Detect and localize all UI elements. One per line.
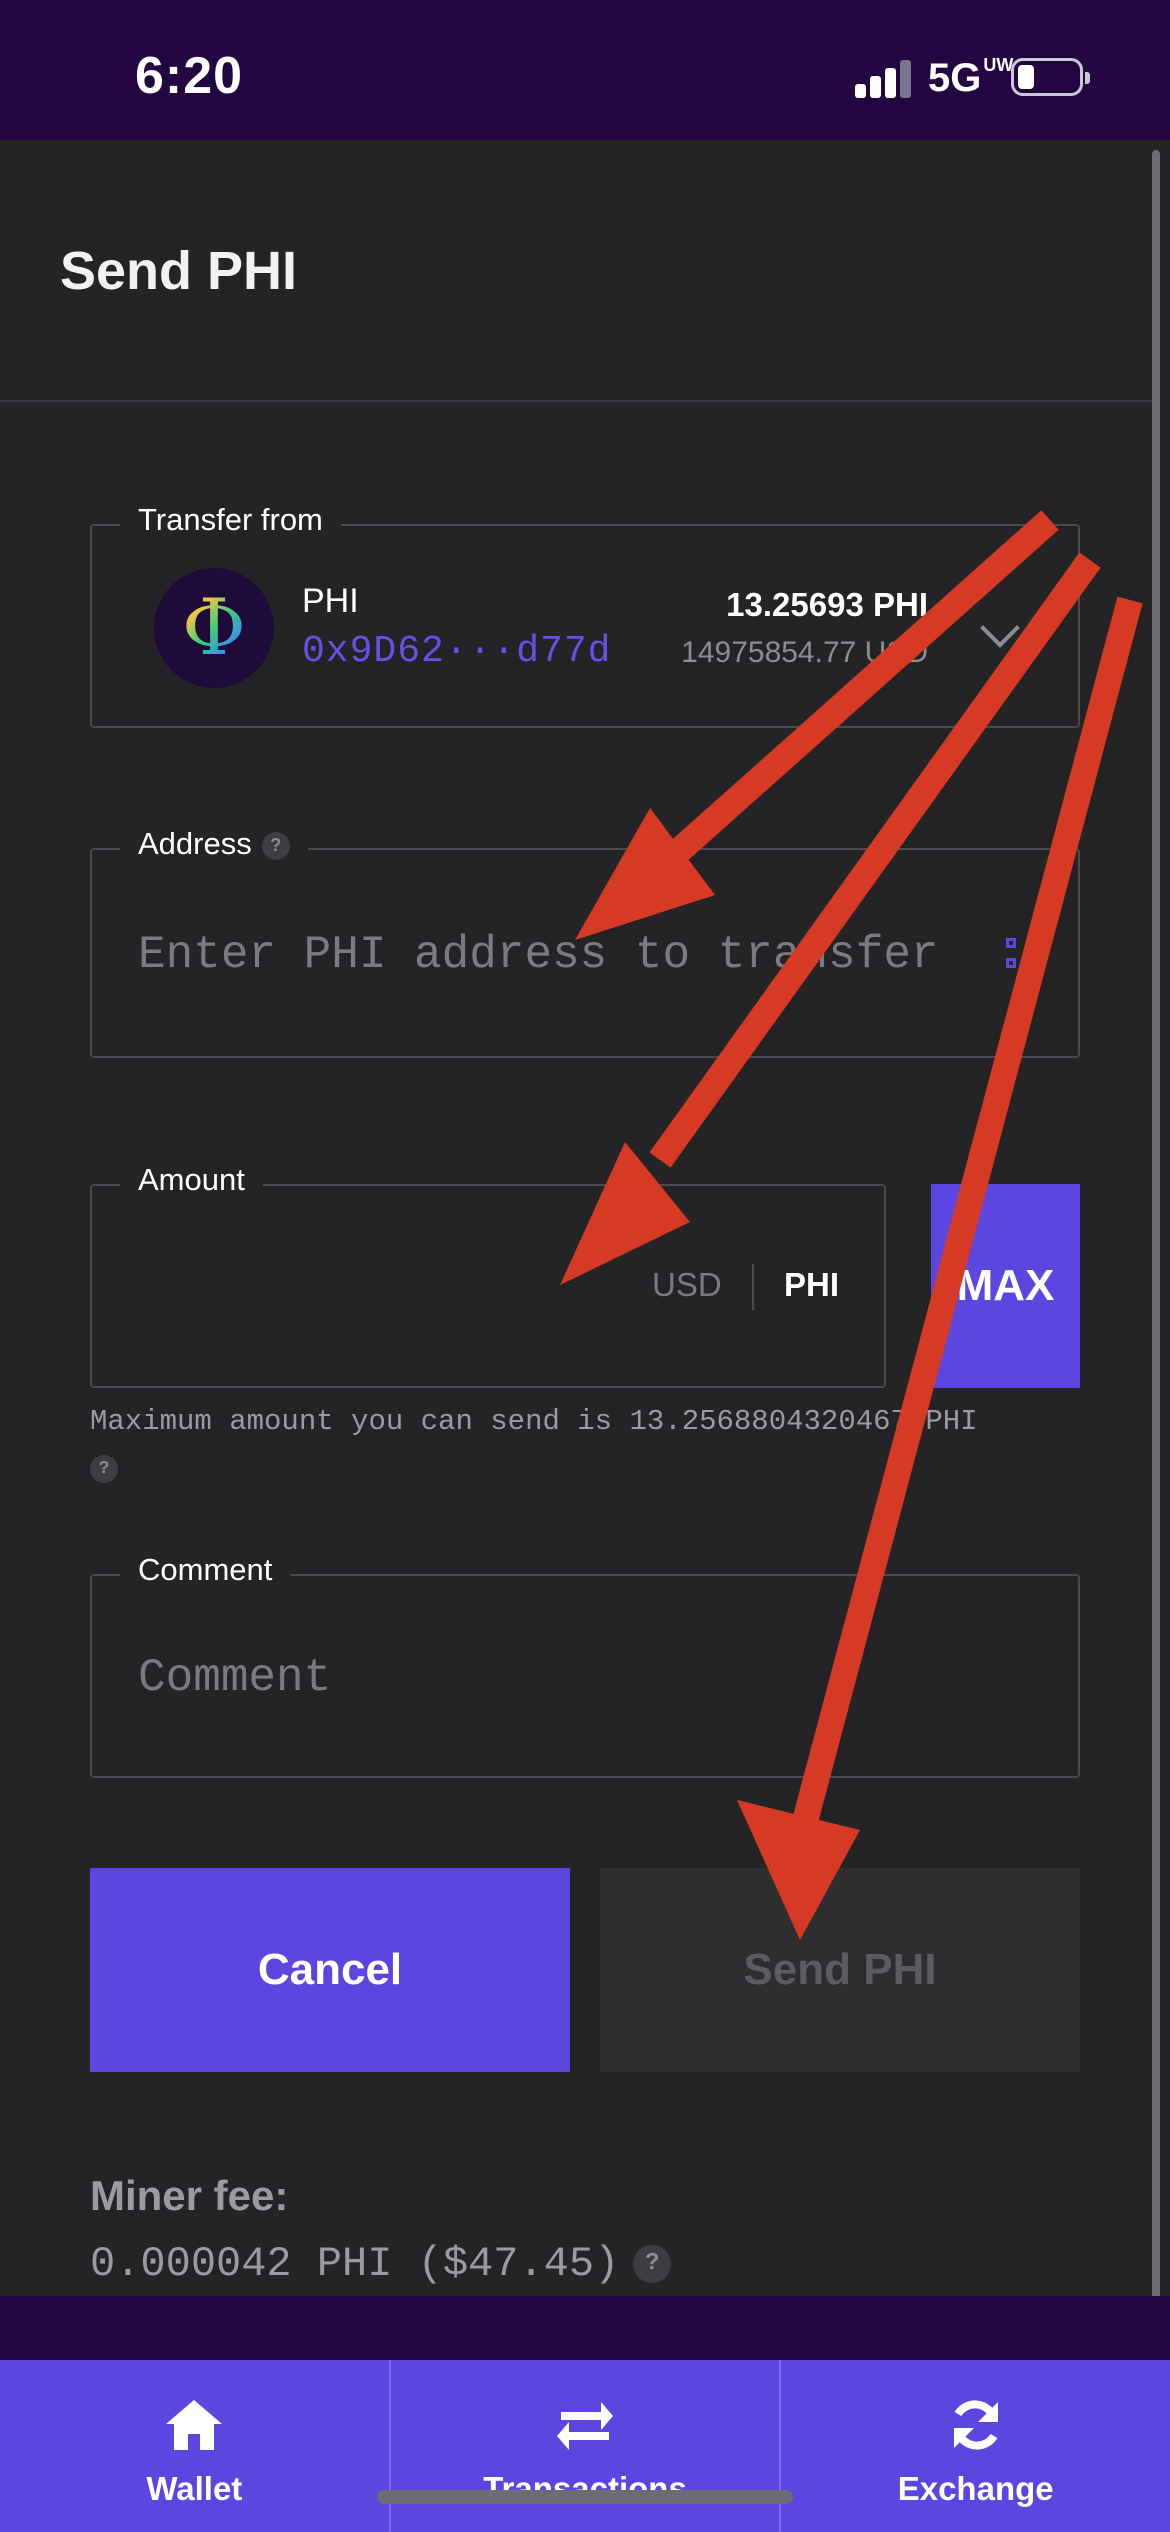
amount-legend: Amount: [120, 1162, 263, 1198]
network-subtype: UW: [983, 55, 1014, 75]
phi-logo-glyph: Φ: [182, 583, 246, 673]
coin-balance-usd: 14975854.77 USD: [681, 636, 928, 669]
chevron-down-icon[interactable]: [980, 608, 1020, 648]
header-divider: [0, 400, 1155, 402]
address-input[interactable]: [138, 920, 988, 990]
status-bar: 6:20 5G UW: [0, 0, 1170, 140]
miner-fee-row: 0.000042 PHI ($47.45)?: [90, 2240, 672, 2288]
bottom-nav: Wallet Transactions Exchange: [0, 2360, 1170, 2532]
scrollbar[interactable]: [1152, 150, 1160, 2530]
send-phi-button[interactable]: Send PHI: [600, 1868, 1080, 2072]
cancel-button[interactable]: Cancel: [90, 1868, 570, 2072]
nav-exchange-label: Exchange: [897, 2470, 1054, 2507]
network-indicator: 5G UW: [928, 56, 1013, 101]
unit-usd-toggle[interactable]: USD: [652, 1266, 722, 1304]
unit-phi-toggle[interactable]: PHI: [784, 1266, 839, 1304]
wallet-address: 0x9D62···d77d: [302, 630, 612, 673]
miner-fee-help-icon[interactable]: ?: [633, 2244, 672, 2283]
max-amount-help-icon[interactable]: ?: [90, 1455, 118, 1484]
comment-legend: Comment: [120, 1552, 291, 1588]
transfer-from-selector[interactable]: Transfer from Φ PHI 0x9D62···d77d 13.256…: [90, 502, 1080, 728]
coin-balance: 13.25693 PHI: [726, 586, 928, 623]
battery-icon: [1011, 58, 1090, 96]
miner-fee-label: Miner fee:: [90, 2172, 289, 2219]
max-amount-text: Maximum amount you can send is 13.256880…: [90, 1405, 978, 1438]
phi-coin-logo: Φ: [154, 568, 274, 688]
home-icon: [166, 2400, 223, 2450]
miner-fee-value: 0.000042 PHI ($47.45): [90, 2240, 620, 2288]
status-time: 6:20: [135, 47, 244, 105]
comment-input[interactable]: [138, 1638, 1018, 1718]
signal-strength-icon: [855, 58, 915, 98]
nav-wallet[interactable]: Wallet: [0, 2360, 391, 2532]
unit-divider: [752, 1264, 754, 1310]
address-field: Address?: [90, 826, 1080, 1058]
amount-field: Amount USD PHI: [90, 1162, 886, 1388]
qr-scan-icon[interactable]: [1006, 938, 1028, 976]
transfer-from-legend: Transfer from: [120, 502, 341, 538]
swap-arrows-icon: [557, 2402, 613, 2450]
address-legend: Address?: [120, 826, 308, 862]
refresh-icon: [953, 2400, 998, 2450]
max-amount-note: Maximum amount you can send is 13.256880…: [90, 1398, 1090, 1494]
address-label: Address: [138, 826, 252, 861]
comment-field: Comment: [90, 1552, 1080, 1778]
page-title: Send PHI: [60, 241, 298, 301]
home-indicator: [377, 2490, 793, 2504]
nav-exchange[interactable]: Exchange: [781, 2360, 1170, 2532]
nav-transactions[interactable]: Transactions: [391, 2360, 782, 2532]
network-type: 5G: [928, 56, 982, 100]
bottom-band: [0, 2296, 1170, 2360]
max-button[interactable]: MAX: [931, 1184, 1080, 1388]
amount-input[interactable]: [132, 1246, 612, 1326]
address-help-icon[interactable]: ?: [261, 831, 290, 860]
coin-name: PHI: [302, 582, 359, 620]
nav-wallet-label: Wallet: [146, 2470, 243, 2507]
